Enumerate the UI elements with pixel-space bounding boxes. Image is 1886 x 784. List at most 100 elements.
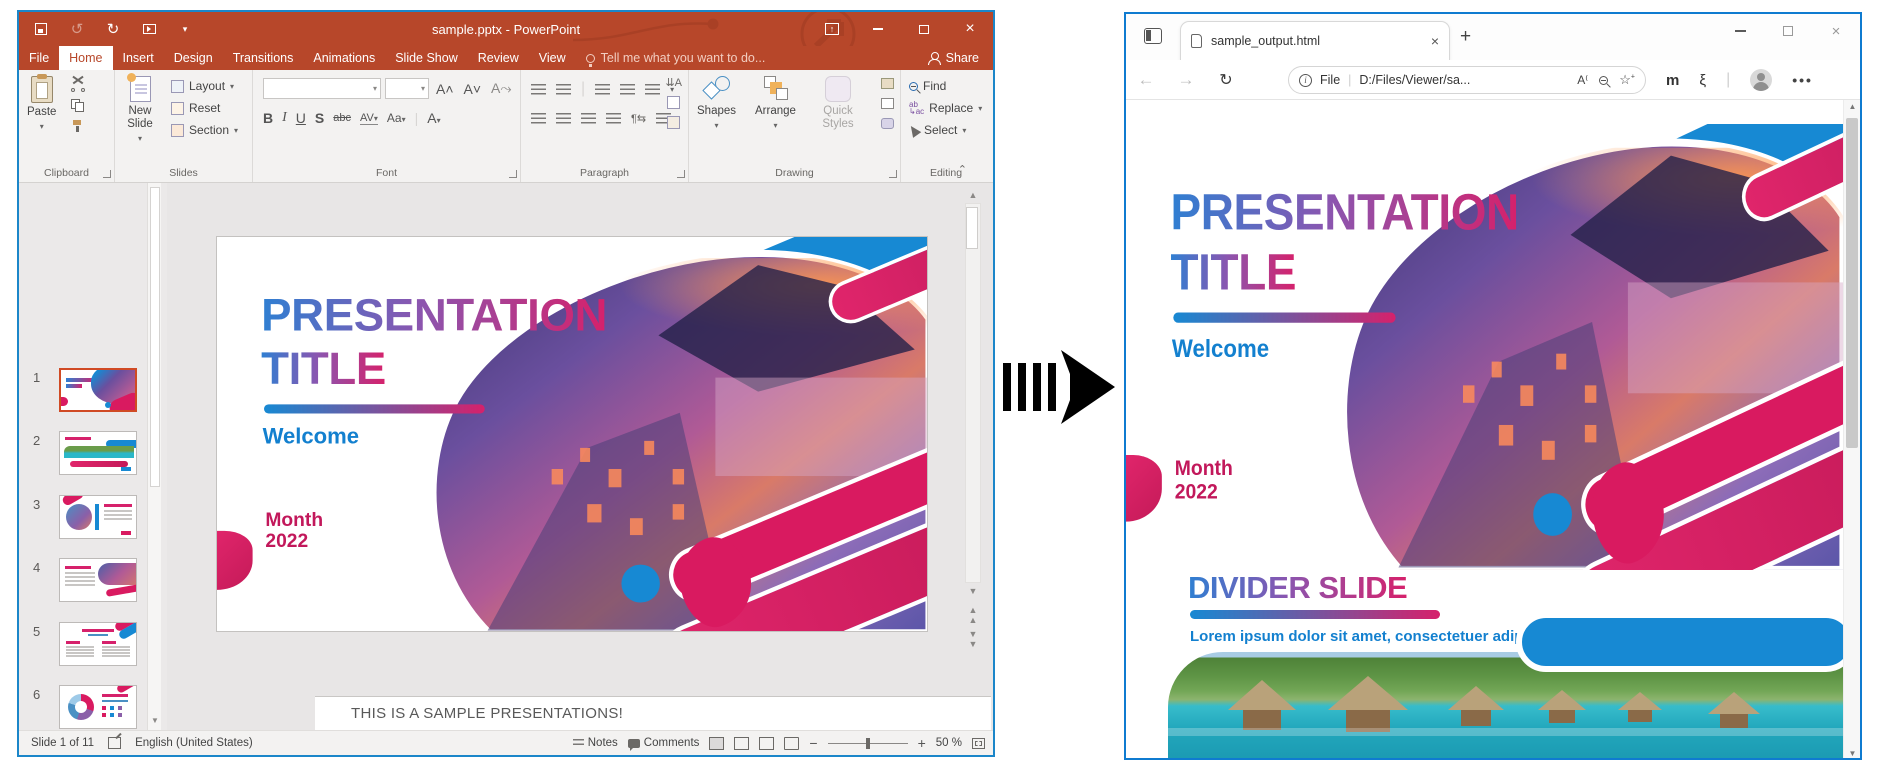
spellcheck-icon[interactable] [108, 737, 121, 749]
normal-view-icon[interactable] [709, 737, 724, 750]
decrease-indent-icon[interactable] [595, 84, 610, 95]
page-info-icon[interactable]: i [1299, 74, 1312, 87]
maximize-button[interactable] [901, 12, 947, 46]
find-button[interactable]: Find [909, 79, 982, 93]
tab-view[interactable]: View [529, 46, 576, 70]
tab-file[interactable]: File [19, 46, 59, 70]
tell-me-box[interactable]: Tell me what you want to do... [586, 51, 766, 65]
underline-button[interactable]: U [296, 110, 306, 126]
select-button[interactable]: Select▾ [909, 123, 982, 137]
browser-scroll-up-icon[interactable]: ▲ [1844, 102, 1861, 111]
slide-subtitle[interactable]: Welcome [263, 424, 360, 449]
align-text-icon[interactable] [667, 96, 680, 109]
align-right-icon[interactable] [581, 113, 596, 124]
url-text[interactable]: D:/Files/Viewer/sa... [1359, 73, 1470, 87]
align-center-icon[interactable] [556, 113, 571, 124]
slide-date-text[interactable]: Month 2022 [265, 510, 323, 552]
change-case-button[interactable]: Aa▾ [387, 111, 406, 125]
increase-indent-icon[interactable] [620, 84, 635, 95]
text-direction-icon[interactable]: ¶⇆ [631, 112, 646, 125]
notes-toggle[interactable]: Notes [573, 737, 618, 749]
text-direction-stack-icon[interactable]: ⇊A [665, 76, 682, 89]
reset-button[interactable]: Reset [171, 101, 238, 115]
font-color-button[interactable]: A▾ [427, 110, 440, 126]
tab-review[interactable]: Review [468, 46, 529, 70]
shapes-button[interactable]: Shapes▾ [697, 76, 736, 130]
shape-fill-icon[interactable] [881, 78, 894, 89]
notes-pane[interactable]: THIS IS A SAMPLE PRESENTATIONS! [315, 696, 991, 730]
browser-scrollbar-thumb[interactable] [1846, 118, 1858, 448]
convert-smartart-icon[interactable] [667, 116, 680, 129]
browser-close-button[interactable]: × [1812, 14, 1860, 48]
browser-minimize-button[interactable] [1716, 14, 1764, 48]
slideshow-view-icon[interactable] [784, 737, 799, 750]
clipboard-dialog-launcher[interactable] [103, 170, 111, 178]
section-button[interactable]: Section▾ [171, 123, 238, 137]
tab-insert[interactable]: Insert [113, 46, 164, 70]
tab-slideshow[interactable]: Slide Show [385, 46, 468, 70]
font-size-combobox[interactable]: ▾ [385, 78, 429, 99]
new-tab-icon[interactable]: + [1460, 26, 1471, 48]
slide-thumbnail-2[interactable] [59, 431, 137, 475]
cut-icon[interactable] [71, 78, 85, 90]
slide-panel-scroll-down-icon[interactable]: ▼ [148, 712, 162, 728]
line-spacing-icon[interactable] [645, 84, 660, 95]
slide-thumbnail-6[interactable] [59, 685, 137, 729]
slide-blue-circle-shape[interactable] [621, 565, 659, 603]
tab-home[interactable]: Home [59, 46, 112, 70]
extension-m-icon[interactable]: m [1666, 72, 1679, 89]
increase-font-icon[interactable]: A˄ [433, 81, 457, 97]
fit-slide-icon[interactable] [972, 738, 985, 749]
back-icon[interactable]: ← [1126, 70, 1166, 90]
tab-transitions[interactable]: Transitions [223, 46, 304, 70]
reading-view-icon[interactable] [759, 737, 774, 750]
slide-canvas[interactable]: PRESENTATION TITLE Welcome Month 2022 [216, 236, 928, 632]
tab-actions-icon[interactable] [1144, 28, 1162, 44]
bold-button[interactable]: B [263, 110, 273, 126]
font-name-combobox[interactable]: ▾ [263, 78, 381, 99]
previous-slide-icon[interactable]: ▲▲ [965, 607, 981, 623]
shadow-button[interactable]: S [315, 110, 324, 126]
slide-title-underline[interactable] [264, 404, 485, 413]
zoom-level[interactable]: 50 % [936, 737, 962, 749]
minimize-button[interactable] [855, 12, 901, 46]
reload-icon[interactable]: ↻ [1206, 70, 1246, 90]
decrease-font-icon[interactable]: A˅ [461, 81, 485, 97]
zoom-in-icon[interactable]: + [918, 735, 926, 751]
slide-thumbnail-3[interactable] [59, 495, 137, 539]
slide-panel-scrollbar[interactable]: ▼ [147, 183, 161, 730]
extension-icon[interactable]: ξ [1699, 72, 1706, 89]
collapse-ribbon-icon[interactable]: ⌃ [958, 163, 967, 176]
align-left-icon[interactable] [531, 113, 546, 124]
zoom-slider-thumb[interactable] [866, 738, 870, 749]
settings-menu-icon[interactable]: ••• [1792, 72, 1813, 88]
favorite-star-icon[interactable]: ☆+ [1619, 72, 1635, 88]
profile-avatar[interactable] [1750, 69, 1772, 91]
browser-scroll-down-icon[interactable]: ▼ [1844, 749, 1861, 758]
slide-thumbnail-4[interactable] [59, 558, 137, 602]
slide-panel-scrollbar-thumb[interactable] [150, 187, 160, 487]
replace-button[interactable]: ab↳ac Replace▾ [909, 101, 982, 115]
next-slide-icon[interactable]: ▼▼ [965, 631, 981, 647]
browser-maximize-button[interactable] [1764, 14, 1812, 48]
zoom-slider[interactable] [828, 743, 908, 744]
slide-thumbnail-5[interactable] [59, 622, 137, 666]
scroll-up-icon[interactable]: ▲ [965, 187, 981, 203]
new-slide-button[interactable]: New Slide▾ [121, 76, 159, 144]
shape-effects-icon[interactable] [881, 118, 894, 129]
editor-scrollbar-thumb[interactable] [966, 207, 978, 249]
scroll-down-icon[interactable]: ▼ [965, 583, 981, 599]
read-aloud-icon[interactable]: A⁽ [1577, 73, 1588, 87]
bullets-icon[interactable] [531, 84, 546, 95]
slide-sorter-view-icon[interactable] [734, 737, 749, 750]
paste-button[interactable]: Paste▾ [27, 76, 56, 131]
share-button[interactable]: Share [928, 46, 979, 70]
slide-title-line1[interactable]: PRESENTATION [261, 289, 607, 341]
tab-animations[interactable]: Animations [303, 46, 385, 70]
editor-scrollbar[interactable]: ▲ ▼ ▲▲ ▼▼ [965, 187, 981, 647]
language-label[interactable]: English (United States) [135, 737, 253, 749]
strikethrough-button[interactable]: abc [333, 112, 351, 124]
format-painter-icon[interactable] [71, 120, 85, 132]
justify-icon[interactable] [606, 113, 621, 124]
font-dialog-launcher[interactable] [509, 170, 517, 178]
